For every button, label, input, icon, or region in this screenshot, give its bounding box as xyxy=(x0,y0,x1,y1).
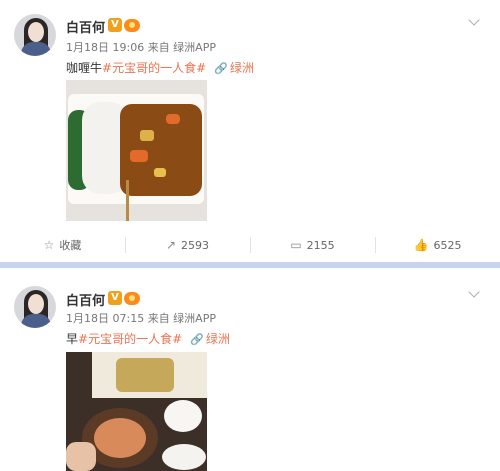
author-name[interactable]: 白百何 xyxy=(66,17,105,36)
post-text: 咖喱牛#元宝哥的一人食# 🔗 绿洲 xyxy=(66,59,254,76)
chevron-down-icon[interactable] xyxy=(468,286,480,298)
post-meta: 1月18日 07:15 来自 绿洲APP xyxy=(66,312,216,325)
like-count: 6525 xyxy=(433,238,462,252)
comment-button[interactable]: ▭ 2155 xyxy=(250,228,375,262)
like-button[interactable]: 👍 6525 xyxy=(375,228,500,262)
thumbs-up-icon: 👍 xyxy=(413,238,429,252)
post-photo[interactable] xyxy=(66,80,207,221)
comment-icon: ▭ xyxy=(290,238,302,252)
comment-count: 2155 xyxy=(306,238,335,252)
verified-badge-icon: V xyxy=(108,18,122,32)
post-text-prefix: 早 xyxy=(66,332,79,346)
source-link[interactable]: 绿洲 xyxy=(230,61,254,75)
avatar[interactable] xyxy=(14,14,56,56)
post-text: 早#元宝哥的一人食# 🔗 绿洲 xyxy=(66,330,230,347)
verified-badge-icon: V xyxy=(108,291,122,305)
topic-tag[interactable]: #元宝哥的一人食# xyxy=(102,61,206,75)
link-icon: 🔗 xyxy=(214,62,228,75)
post-photo[interactable] xyxy=(66,352,207,471)
member-level-icon xyxy=(124,292,140,305)
repost-count: 2593 xyxy=(181,238,210,252)
source-link[interactable]: 绿洲 xyxy=(206,332,230,346)
member-level-icon xyxy=(124,19,140,32)
topic-tag[interactable]: #元宝哥的一人食# xyxy=(78,332,182,346)
action-bar: ☆ 收藏 ↗ 2593 ▭ 2155 👍 6525 xyxy=(0,228,500,262)
repost-button[interactable]: ↗ 2593 xyxy=(125,228,250,262)
post-meta: 1月18日 19:06 来自 绿洲APP xyxy=(66,41,216,54)
chevron-down-icon[interactable] xyxy=(468,14,480,26)
star-outline-icon: ☆ xyxy=(43,238,55,252)
favorite-button[interactable]: ☆ 收藏 xyxy=(0,228,125,262)
author-name[interactable]: 白百何 xyxy=(66,290,105,309)
share-icon: ↗ xyxy=(165,238,177,252)
weibo-post: 白百何 V 1月18日 19:06 来自 绿洲APP 咖喱牛#元宝哥的一人食# 🔗… xyxy=(0,0,500,262)
favorite-label: 收藏 xyxy=(59,239,82,252)
avatar[interactable] xyxy=(14,286,56,328)
link-icon: 🔗 xyxy=(190,333,204,346)
post-text-prefix: 咖喱牛 xyxy=(66,61,103,75)
